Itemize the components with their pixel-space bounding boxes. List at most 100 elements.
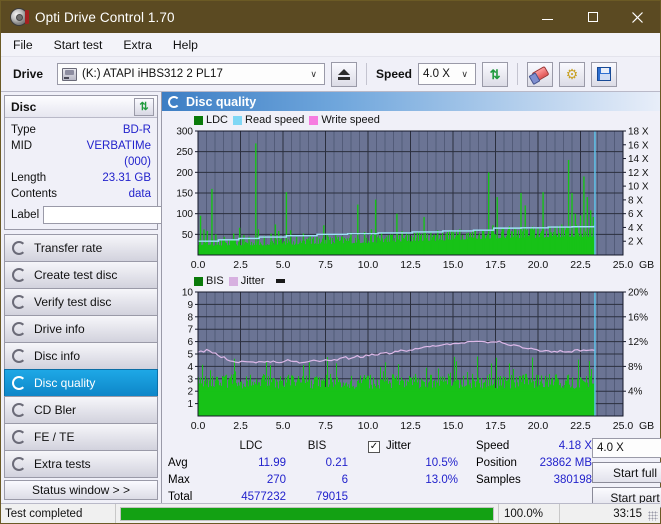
svg-text:17.5: 17.5 bbox=[485, 420, 506, 432]
legend-swatch bbox=[233, 115, 243, 125]
chart1-legend: LDC Read speed Write speed bbox=[166, 113, 656, 127]
erase-button[interactable] bbox=[527, 61, 554, 87]
stats-row-avg: Avg 11.99 0.21 bbox=[168, 455, 358, 472]
disc-row-length: Length 23.31 GB bbox=[11, 170, 151, 186]
drive-select[interactable]: (K:) ATAPI iHBS312 2 PL17 ∨ bbox=[57, 63, 325, 85]
cursor-marker-icon bbox=[275, 279, 285, 283]
toolbar-divider-1 bbox=[366, 63, 367, 85]
chevron-down-icon: ∨ bbox=[310, 68, 317, 79]
svg-text:7.5: 7.5 bbox=[318, 259, 333, 271]
jitter-max-row: 13.0% bbox=[358, 472, 476, 489]
legend-label: Write speed bbox=[321, 114, 380, 126]
sidebar-item-label: Drive info bbox=[34, 322, 85, 336]
svg-text:GB: GB bbox=[639, 259, 654, 271]
sidebar-item-disc-info[interactable]: Disc info bbox=[4, 342, 158, 370]
status-window-button[interactable]: Status window > > bbox=[4, 480, 158, 500]
sidebar-item-drive-info[interactable]: Drive info bbox=[4, 315, 158, 343]
eject-icon bbox=[338, 68, 350, 75]
speed-select[interactable]: 4.0 X ∨ bbox=[418, 63, 477, 85]
disc-row-type: Type BD-R bbox=[11, 122, 151, 138]
menu-item-help[interactable]: Help bbox=[171, 36, 200, 54]
svg-text:12.5: 12.5 bbox=[400, 420, 421, 432]
tools-button[interactable]: ⚙ bbox=[559, 61, 586, 87]
disc-icon bbox=[168, 95, 180, 108]
sidebar-item-verify-test-disc[interactable]: Verify test disc bbox=[4, 288, 158, 316]
jitter-checkbox[interactable]: ✓ bbox=[368, 440, 380, 453]
legend-swatch bbox=[194, 115, 203, 125]
jitter-avg-row: 10.5% bbox=[358, 455, 476, 472]
svg-text:25.0: 25.0 bbox=[613, 259, 634, 271]
test-speed-select[interactable]: 4.0 X ∨ bbox=[592, 438, 661, 458]
stats-col-ldc: LDC bbox=[239, 440, 263, 452]
svg-text:12 X: 12 X bbox=[628, 168, 649, 179]
menu-item-file[interactable]: File bbox=[11, 36, 35, 54]
stats-group-jitter: ✓ Jitter 10.5% 13.0% bbox=[358, 438, 476, 508]
sidebar-item-cd-bler[interactable]: CD Bler bbox=[4, 396, 158, 424]
menu-item-extra[interactable]: Extra bbox=[121, 36, 153, 54]
chart-bis[interactable]: 10 9 8 7 6 5 4 3 2 1 20% 16% 12% 8% 4% 0.0 2.5 5.0 7.5 10.0… bbox=[166, 288, 656, 434]
sidebar-item-transfer-rate[interactable]: Transfer rate bbox=[4, 234, 158, 262]
svg-text:8%: 8% bbox=[628, 362, 643, 373]
legend-swatch bbox=[194, 276, 203, 286]
disc-icon bbox=[12, 241, 26, 255]
svg-text:7: 7 bbox=[187, 325, 193, 336]
svg-text:12.5: 12.5 bbox=[400, 259, 421, 271]
svg-text:15.0: 15.0 bbox=[443, 259, 464, 271]
disc-refresh-button[interactable]: ⇅ bbox=[134, 97, 154, 116]
svg-text:10 X: 10 X bbox=[628, 182, 649, 193]
sidebar-item-disc-quality[interactable]: Disc quality bbox=[4, 369, 158, 397]
legend-label: Read speed bbox=[245, 114, 305, 126]
sidebar-item-label: Extra tests bbox=[34, 457, 91, 471]
legend-item-bis: BIS bbox=[194, 275, 224, 287]
drive-icon bbox=[62, 67, 77, 81]
svg-text:17.5: 17.5 bbox=[485, 259, 506, 271]
svg-text:2: 2 bbox=[187, 387, 193, 398]
legend-label: Jitter bbox=[240, 275, 265, 287]
stats-max-ldc: 270 bbox=[266, 474, 286, 486]
stats-col-bis: BIS bbox=[307, 440, 327, 452]
status-text: Test completed bbox=[1, 504, 116, 523]
chart-bis-svg: 1098 76 543 21 20% 16% 12% 8% 4% 0.0 2.5 5.0 7.5 10.0… bbox=[182, 288, 654, 432]
svg-text:6: 6 bbox=[187, 337, 193, 348]
samples-row: Samples 380198 bbox=[476, 472, 592, 489]
speed-label: Speed bbox=[376, 67, 413, 81]
menu-item-start-test[interactable]: Start test bbox=[52, 36, 105, 54]
stats-row-label: Avg bbox=[168, 457, 188, 469]
chevron-down-icon: ∨ bbox=[461, 68, 469, 79]
sidebar-item-extra-tests[interactable]: Extra tests bbox=[4, 450, 158, 478]
chart-ldc[interactable]: 300 250 200 150 100 50 18 X 16 X 14 X 12 X 10 X 8 X… bbox=[166, 127, 656, 273]
disc-panel-header: Disc ⇅ bbox=[5, 96, 157, 118]
close-button[interactable] bbox=[615, 2, 660, 33]
svg-text:300: 300 bbox=[176, 127, 193, 138]
app-disc-icon bbox=[10, 8, 29, 26]
disc-icon bbox=[12, 322, 26, 336]
minimize-button[interactable] bbox=[525, 2, 570, 33]
maximize-button[interactable] bbox=[570, 2, 615, 33]
save-button[interactable] bbox=[591, 61, 618, 87]
speed-label: Speed bbox=[476, 440, 510, 452]
menu-bar: File Start test Extra Help bbox=[1, 33, 660, 57]
eject-button[interactable] bbox=[331, 61, 357, 87]
speed-row: Speed 4.18 X bbox=[476, 438, 592, 455]
stats-group-run: Speed 4.18 X Position 23862 MB Samples 3… bbox=[476, 438, 661, 508]
refresh-button[interactable]: ⇅ bbox=[482, 61, 509, 87]
svg-text:15.0: 15.0 bbox=[443, 420, 464, 432]
sidebar-item-fe-te[interactable]: FE / TE bbox=[4, 423, 158, 451]
svg-text:4 X: 4 X bbox=[628, 223, 643, 234]
svg-text:6 X: 6 X bbox=[628, 209, 643, 220]
start-full-button[interactable]: Start full bbox=[592, 462, 661, 483]
sidebar-nav: Transfer rate Create test disc Verify te… bbox=[4, 234, 158, 478]
disc-label-key: Label bbox=[11, 208, 40, 221]
stats-group-errors: LDC BIS Avg 11.99 0.21 Max 270 6 Total 4… bbox=[168, 438, 358, 508]
drive-select-value: (K:) ATAPI iHBS312 2 PL17 bbox=[82, 68, 223, 80]
position-row: Position 23862 MB bbox=[476, 455, 592, 472]
sidebar-item-create-test-disc[interactable]: Create test disc bbox=[4, 261, 158, 289]
svg-text:7.5: 7.5 bbox=[318, 420, 333, 432]
stats-avg-ldc: 11.99 bbox=[258, 457, 286, 469]
stats-max-bis: 6 bbox=[341, 474, 348, 486]
sidebar-item-label: Create test disc bbox=[34, 268, 118, 282]
resize-grip[interactable] bbox=[648, 511, 658, 521]
disc-icon bbox=[12, 268, 26, 282]
svg-text:50: 50 bbox=[182, 230, 194, 241]
app-body: Disc ⇅ Type BD-R MID VERBATIMe (000) Len… bbox=[1, 92, 661, 508]
